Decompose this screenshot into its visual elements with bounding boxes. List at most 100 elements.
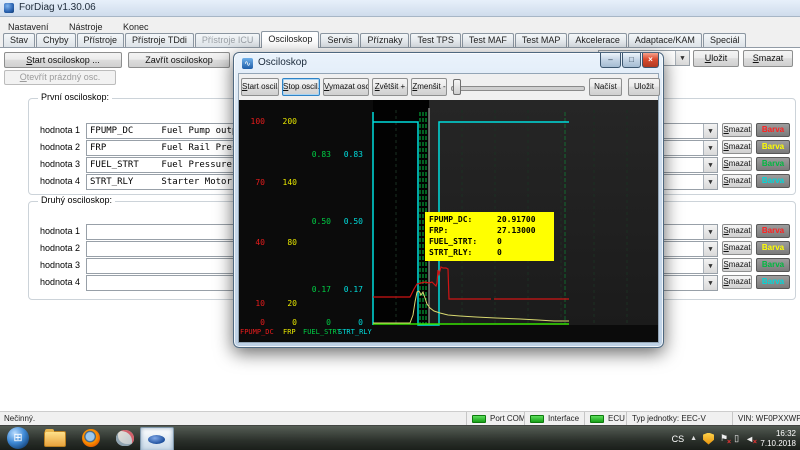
zavrit-osciloskop-button[interactable]: Zavřít osciloskop xyxy=(128,52,230,68)
interface-status-led xyxy=(530,415,544,423)
status-state: Nečinný. xyxy=(4,414,35,423)
chevron-down-icon[interactable]: ▼ xyxy=(703,225,717,239)
tab-test-tps[interactable]: Test TPS xyxy=(410,33,460,47)
chevron-down-icon[interactable]: ▼ xyxy=(703,242,717,256)
port-label: Port COM6 xyxy=(490,414,524,423)
firefox-icon[interactable] xyxy=(82,429,100,447)
row-label: hodnota 3 xyxy=(24,258,80,273)
smazat-row4-button[interactable]: Smazat xyxy=(722,174,752,188)
speaker-muted-icon[interactable]: ◄× xyxy=(745,434,754,444)
row-label: hodnota 2 xyxy=(24,241,80,256)
barva-row7-button[interactable]: Barva xyxy=(756,258,790,272)
tab-stav[interactable]: Stav xyxy=(3,33,35,47)
tab-adaptace-kam[interactable]: Adaptace/KAM xyxy=(628,33,702,47)
tab-osciloskop[interactable]: Osciloskop xyxy=(261,31,319,48)
status-unit: Typ jednotky: EEC-V xyxy=(626,412,732,425)
interface-label: Interface xyxy=(548,414,579,423)
preset-delete-button[interactable]: Smazat xyxy=(743,50,793,67)
clock-date: 7.10.2018 xyxy=(760,439,796,449)
ecu-label: ECU xyxy=(608,414,625,423)
tab-pristroje[interactable]: Přístroje xyxy=(77,33,125,47)
status-vin: VIN: WF0PXXWPDPSM7840 xyxy=(732,412,800,425)
signal-name: FRP xyxy=(87,141,156,155)
dialog-client: Start oscil. Stop oscil. Vymazat oscil Z… xyxy=(238,73,659,343)
start-oscil-button[interactable]: Start oscil. xyxy=(241,78,279,96)
smazat-row2-button[interactable]: Smazat xyxy=(722,140,752,154)
slider-thumb[interactable] xyxy=(453,79,461,95)
action-center-icon[interactable]: ⚑× xyxy=(720,433,728,444)
chevron-down-icon[interactable]: ▼ xyxy=(703,158,717,172)
scope-plot[interactable]: 100 70 40 10 0 200 140 80 20 0 0.83 0.50… xyxy=(239,100,658,342)
smazat-row3-button[interactable]: Smazat xyxy=(722,157,752,171)
tab-chyby[interactable]: Chyby xyxy=(36,33,76,47)
smazat-row8-button[interactable]: Smazat xyxy=(722,275,752,289)
menubar: Nastavení Nástroje Konec xyxy=(0,17,800,32)
zoom-in-button[interactable]: Zvětšit + xyxy=(372,78,408,96)
fordiag-taskbar-button[interactable] xyxy=(140,427,174,450)
device-icon[interactable]: ▯ xyxy=(734,433,739,444)
start-osciloskop-button[interactable]: Start osciloskop ... xyxy=(4,52,122,68)
tab-akcelerace[interactable]: Akcelerace xyxy=(568,33,627,47)
start-button[interactable]: ⊞ xyxy=(7,427,29,449)
language-indicator[interactable]: CS xyxy=(672,434,685,444)
system-tray: CS ▲ ⚑× ▯ ◄× xyxy=(672,426,754,450)
clock-time: 16:32 xyxy=(760,429,796,439)
barva-row4-button[interactable]: Barva xyxy=(756,174,790,188)
signal-name: STRT_RLY xyxy=(87,175,156,189)
smazat-row7-button[interactable]: Smazat xyxy=(722,258,752,272)
row-label: hodnota 1 xyxy=(24,123,80,138)
chevron-down-icon[interactable]: ▼ xyxy=(675,51,689,65)
barva-row2-button[interactable]: Barva xyxy=(756,140,790,154)
tab-priznaky[interactable]: Příznaky xyxy=(360,33,409,47)
paint-icon[interactable] xyxy=(116,430,134,446)
security-shield-icon[interactable] xyxy=(703,433,714,445)
maximize-button[interactable]: □ xyxy=(622,53,641,68)
signal-name: FPUMP_DC xyxy=(87,124,156,138)
zoom-out-button[interactable]: Zmenšit - xyxy=(411,78,447,96)
tray-expand-icon[interactable]: ▲ xyxy=(690,435,697,442)
tab-servis[interactable]: Servis xyxy=(320,33,359,47)
otevrit-prazdny-button: Otevřít prázdný osc. xyxy=(4,70,116,85)
taskbar: ⊞ CS ▲ ⚑× ▯ ◄× 16:32 7.10.2018 xyxy=(0,425,800,450)
ulozit-button[interactable]: Uložit xyxy=(628,78,660,96)
row-label: hodnota 2 xyxy=(24,140,80,155)
barva-row1-button[interactable]: Barva xyxy=(756,123,790,137)
status-interface: Interface xyxy=(524,412,584,425)
vin-label: VIN: WF0PXXWPDPSM7840 xyxy=(738,414,800,423)
status-ecu: ECU xyxy=(584,412,626,425)
minimize-button[interactable]: – xyxy=(600,53,621,68)
chevron-down-icon[interactable]: ▼ xyxy=(703,141,717,155)
statusbar: Nečinný. Port COM6 Interface ECU Typ jed… xyxy=(0,411,800,425)
scope-tooltip: FPUMP_DC:20.91700 FRP:27.13000 FUEL_STRT… xyxy=(425,212,554,261)
window-title: ForDiag v1.30.06 xyxy=(19,2,96,13)
tabstrip: Stav Chyby Přístroje Přístroje TDdi Přís… xyxy=(0,32,800,48)
timeline-slider[interactable] xyxy=(451,86,585,91)
nacist-button[interactable]: Načíst xyxy=(589,78,622,96)
explorer-icon[interactable] xyxy=(44,431,66,447)
row-label: hodnota 3 xyxy=(24,157,80,172)
preset-save-button[interactable]: Uložit xyxy=(693,50,739,67)
smazat-row5-button[interactable]: Smazat xyxy=(722,224,752,238)
osciloskop-dialog: ∿ Osciloskop – □ × Start oscil. Stop osc… xyxy=(233,52,664,348)
smazat-row6-button[interactable]: Smazat xyxy=(722,241,752,255)
tab-pristroje-tddi[interactable]: Přístroje TDdi xyxy=(125,33,194,47)
barva-row3-button[interactable]: Barva xyxy=(756,157,790,171)
main-titlebar[interactable]: ForDiag v1.30.06 xyxy=(0,0,800,17)
vymazat-oscil-button[interactable]: Vymazat oscil xyxy=(323,78,369,96)
clock[interactable]: 16:32 7.10.2018 xyxy=(760,429,796,449)
close-icon[interactable]: × xyxy=(642,53,659,68)
row-label: hodnota 4 xyxy=(24,275,80,290)
tab-test-maf[interactable]: Test MAF xyxy=(462,33,514,47)
chevron-down-icon[interactable]: ▼ xyxy=(703,124,717,138)
tab-test-map[interactable]: Test MAP xyxy=(515,33,568,47)
tab-special[interactable]: Speciál xyxy=(703,33,747,47)
barva-row5-button[interactable]: Barva xyxy=(756,224,790,238)
chevron-down-icon[interactable]: ▼ xyxy=(703,276,717,290)
group1-title: První osciloskop: xyxy=(38,92,112,102)
barva-row8-button[interactable]: Barva xyxy=(756,275,790,289)
chevron-down-icon[interactable]: ▼ xyxy=(703,259,717,273)
stop-oscil-button[interactable]: Stop oscil. xyxy=(282,78,320,96)
barva-row6-button[interactable]: Barva xyxy=(756,241,790,255)
chevron-down-icon[interactable]: ▼ xyxy=(703,175,717,189)
smazat-row1-button[interactable]: Smazat xyxy=(722,123,752,137)
